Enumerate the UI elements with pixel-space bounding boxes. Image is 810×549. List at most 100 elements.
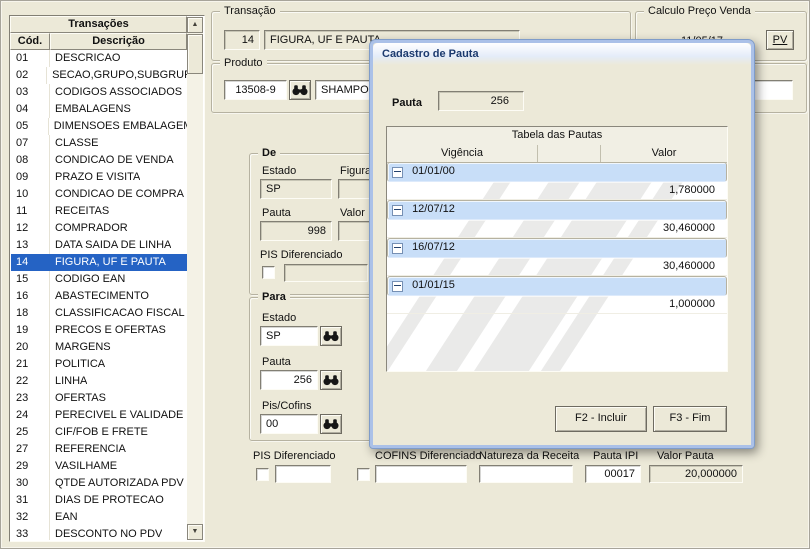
col-code-header[interactable]: Cód.: [10, 33, 50, 50]
collapse-minus-icon[interactable]: [392, 242, 403, 254]
transaction-label: LINHA: [55, 375, 88, 387]
para-caption: Para: [258, 291, 290, 304]
para-pauta-search-button[interactable]: [320, 370, 342, 390]
table-title: Tabela das Pautas: [387, 127, 727, 146]
transaction-label: CIF/FOB E FRETE: [55, 426, 148, 438]
transaction-row[interactable]: 24 PERECIVEL E VALIDADE: [11, 407, 187, 424]
list-scrollbar[interactable]: ▲ ▼: [187, 17, 203, 540]
pv-button[interactable]: PV: [766, 30, 794, 50]
transaction-row[interactable]: 10 CONDICAO DE COMPRA: [11, 186, 187, 203]
produto-code-field[interactable]: 13508-9: [224, 80, 287, 100]
transaction-row[interactable]: 04 EMBALAGENS: [11, 101, 187, 118]
transaction-row[interactable]: 21 POLITICA: [11, 356, 187, 373]
para-piscofins-search-button[interactable]: [320, 414, 342, 434]
col-desc-header[interactable]: Descrição: [50, 33, 187, 50]
col-middle-header[interactable]: [538, 145, 601, 162]
transaction-code: 25: [11, 424, 50, 441]
transaction-row[interactable]: 16 ABASTECIMENTO: [11, 288, 187, 305]
produto-search-button[interactable]: [289, 80, 311, 100]
transaction-row[interactable]: 20 MARGENS: [11, 339, 187, 356]
vigencia-value: 01/01/00: [412, 165, 455, 177]
transaction-code: 05: [11, 118, 49, 135]
valor-row[interactable]: 30,460000: [387, 258, 727, 276]
rodape-pauta-ipi-field[interactable]: 00017: [585, 465, 641, 483]
transaction-row[interactable]: 01 DESCRICAO: [11, 50, 187, 67]
transaction-row[interactable]: 23 OFERTAS: [11, 390, 187, 407]
transaction-code: 32: [11, 509, 50, 526]
col-vigencia-header[interactable]: Vigência: [387, 145, 538, 162]
de-pis-checkbox[interactable]: [262, 266, 275, 279]
para-pauta-field[interactable]: 256: [260, 370, 318, 390]
transaction-row[interactable]: 31 DIAS DE PROTECAO: [11, 492, 187, 509]
rodape-pis-checkbox[interactable]: [256, 468, 269, 481]
dialog-pauta-field[interactable]: 256: [438, 91, 524, 111]
transaction-row[interactable]: 02 SECAO,GRUPO,SUBGRUPO: [11, 67, 187, 84]
collapse-minus-icon[interactable]: [392, 280, 403, 292]
transaction-row[interactable]: 14 FIGURA, UF E PAUTA: [11, 254, 187, 271]
para-piscofins-field[interactable]: 00: [260, 414, 318, 434]
rodape-valor-pauta-field[interactable]: 20,000000: [649, 465, 743, 483]
transaction-row[interactable]: 03 CODIGOS ASSOCIADOS: [11, 84, 187, 101]
col-valor-header[interactable]: Valor: [601, 145, 727, 162]
transacao-code-field[interactable]: 14: [224, 30, 260, 50]
para-pauta-label: Pauta: [262, 356, 291, 368]
dialog-titlebar[interactable]: Cadastro de Pauta: [373, 43, 751, 65]
transaction-label: MARGENS: [55, 341, 111, 353]
list-column-headers: Cód. Descrição: [10, 33, 187, 50]
rodape-pis-field[interactable]: [275, 465, 331, 483]
scroll-up-icon[interactable]: ▲: [187, 17, 203, 33]
transaction-code: 33: [11, 526, 50, 540]
vigencia-row[interactable]: 01/01/00: [387, 162, 727, 182]
transaction-row[interactable]: 13 DATA SAIDA DE LINHA: [11, 237, 187, 254]
incluir-button[interactable]: F2 - Incluir: [555, 406, 647, 432]
transaction-row[interactable]: 12 COMPRADOR: [11, 220, 187, 237]
transaction-code: 10: [11, 186, 50, 203]
de-pis-field[interactable]: [284, 264, 368, 282]
para-estado-field[interactable]: SP: [260, 326, 318, 346]
transaction-row[interactable]: 07 CLASSE: [11, 135, 187, 152]
scroll-down-icon[interactable]: ▼: [187, 524, 203, 540]
transaction-row[interactable]: 30 QTDE AUTORIZADA PDV: [11, 475, 187, 492]
transaction-code: 15: [11, 271, 50, 288]
transaction-rows: 01 DESCRICAO 02 SECAO,GRUPO,SUBGRUPO 03 …: [11, 50, 187, 540]
scroll-thumb[interactable]: [187, 34, 203, 74]
transaction-row[interactable]: 22 LINHA: [11, 373, 187, 390]
collapse-minus-icon[interactable]: [392, 166, 403, 178]
de-pauta-field[interactable]: 998: [260, 221, 332, 241]
transaction-code: 01: [11, 50, 50, 67]
de-estado-field[interactable]: SP: [260, 179, 332, 199]
transaction-row[interactable]: 08 CONDICAO DE VENDA: [11, 152, 187, 169]
transaction-row[interactable]: 27 REFERENCIA: [11, 441, 187, 458]
transaction-label: POLITICA: [55, 358, 106, 370]
dialog-pauta-label: Pauta: [392, 97, 422, 109]
rodape-natureza-field[interactable]: [479, 465, 573, 483]
transaction-row[interactable]: 05 DIMENSOES EMBALAGEM: [11, 118, 187, 135]
app-window: Transações Cód. Descrição 01 DESCRICAO 0…: [0, 0, 810, 549]
valor-row[interactable]: 1,780000: [387, 182, 727, 200]
transaction-row[interactable]: 32 EAN: [11, 509, 187, 526]
valor-row[interactable]: 30,460000: [387, 220, 727, 238]
transaction-label: SECAO,GRUPO,SUBGRUPO: [52, 69, 187, 81]
transaction-label: DIMENSOES EMBALAGEM: [53, 120, 187, 132]
fim-button[interactable]: F3 - Fim: [653, 406, 727, 432]
vigencia-row[interactable]: 01/01/15: [387, 276, 727, 296]
rodape-cofins-field[interactable]: [375, 465, 467, 483]
de-pis-label: PIS Diferenciado: [260, 249, 343, 261]
transaction-row[interactable]: 29 VASILHAME: [11, 458, 187, 475]
transaction-code: 12: [11, 220, 50, 237]
transaction-row[interactable]: 15 CODIGO EAN: [11, 271, 187, 288]
vigencia-row[interactable]: 12/07/12: [387, 200, 727, 220]
transaction-row[interactable]: 09 PRAZO E VISITA: [11, 169, 187, 186]
valor-row[interactable]: 1,000000: [387, 296, 727, 314]
vigencia-row[interactable]: 16/07/12: [387, 238, 727, 258]
transaction-row[interactable]: 25 CIF/FOB E FRETE: [11, 424, 187, 441]
transaction-row[interactable]: 33 DESCONTO NO PDV: [11, 526, 187, 540]
transaction-row[interactable]: 18 CLASSIFICACAO FISCAL: [11, 305, 187, 322]
rodape-cofins-checkbox[interactable]: [357, 468, 370, 481]
para-estado-search-button[interactable]: [320, 326, 342, 346]
collapse-minus-icon[interactable]: [392, 204, 403, 216]
transaction-label: PRAZO E VISITA: [55, 171, 141, 183]
valor-value: 30,460000: [663, 222, 715, 234]
transaction-row[interactable]: 19 PRECOS E OFERTAS: [11, 322, 187, 339]
transaction-row[interactable]: 11 RECEITAS: [11, 203, 187, 220]
